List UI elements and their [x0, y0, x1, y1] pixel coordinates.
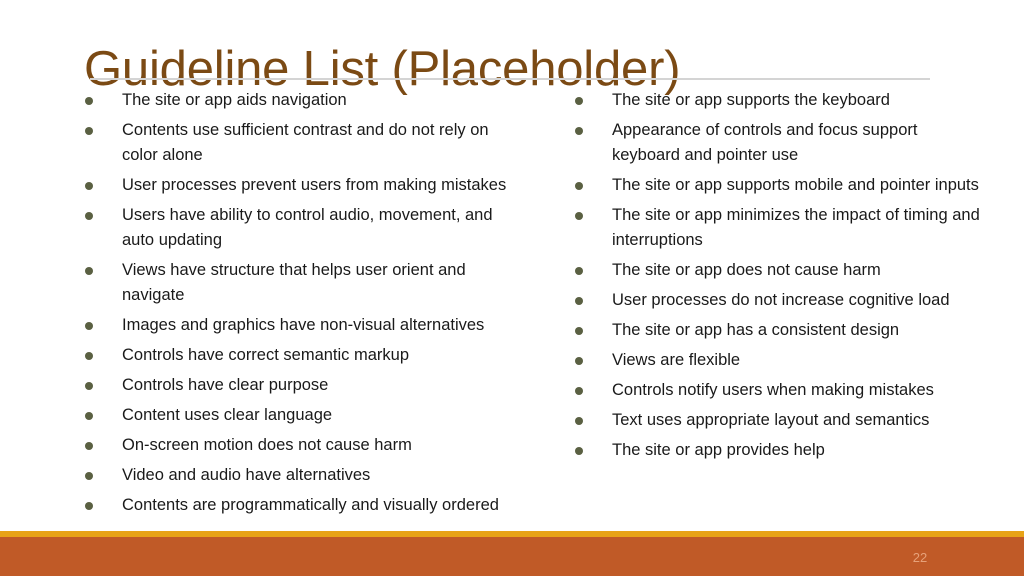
bullet-icon — [85, 182, 93, 190]
bullet-icon — [85, 442, 93, 450]
list-item: Video and audio have alternatives — [78, 463, 518, 488]
bullet-icon — [85, 267, 93, 275]
page-number: 22 — [912, 550, 928, 565]
list-item-label: Views are flexible — [612, 351, 741, 369]
list-item-label: Contents use sufficient contrast and do … — [122, 121, 489, 164]
list-item-label: On-screen motion does not cause harm — [122, 436, 412, 454]
list-item: Appearance of controls and focus support… — [568, 118, 988, 168]
list-item: Controls have clear purpose — [78, 373, 518, 398]
list-item: On-screen motion does not cause harm — [78, 433, 518, 458]
bullet-icon — [85, 472, 93, 480]
bullet-icon — [575, 212, 583, 220]
list-item-label: The site or app has a consistent design — [612, 321, 900, 339]
list-item: The site or app aids navigation — [78, 88, 518, 113]
list-item-label: Images and graphics have non-visual alte… — [122, 316, 485, 334]
list-item-label: The site or app minimizes the impact of … — [612, 206, 980, 249]
left-column: The site or app aids navigation Contents… — [78, 88, 518, 523]
list-item-label: Controls have clear purpose — [122, 376, 329, 394]
list-item: User processes prevent users from making… — [78, 173, 518, 198]
bullet-icon — [575, 297, 583, 305]
bullet-icon — [575, 417, 583, 425]
bullet-icon — [575, 327, 583, 335]
list-item: Content uses clear language — [78, 403, 518, 428]
bullet-icon — [575, 97, 583, 105]
bullet-icon — [85, 382, 93, 390]
left-bullet-list: The site or app aids navigation Contents… — [78, 88, 518, 518]
list-item-label: Users have ability to control audio, mov… — [122, 206, 493, 249]
content-columns: The site or app aids navigation Contents… — [0, 88, 1024, 528]
footer-bar — [0, 537, 1024, 576]
list-item: Views are flexible — [568, 348, 988, 373]
bullet-icon — [575, 182, 583, 190]
list-item-label: The site or app does not cause harm — [612, 261, 881, 279]
list-item: Controls have correct semantic markup — [78, 343, 518, 368]
list-item: Views have structure that helps user ori… — [78, 258, 518, 308]
bullet-icon — [575, 357, 583, 365]
right-bullet-list: The site or app supports the keyboard Ap… — [568, 88, 988, 463]
list-item-label: User processes prevent users from making… — [122, 176, 507, 194]
list-item-label: The site or app provides help — [612, 441, 825, 459]
list-item: The site or app supports mobile and poin… — [568, 173, 988, 198]
list-item-label: Text uses appropriate layout and semanti… — [612, 411, 930, 429]
slide: Guideline List (Placeholder) The site or… — [0, 0, 1024, 576]
list-item: Text uses appropriate layout and semanti… — [568, 408, 988, 433]
list-item: Users have ability to control audio, mov… — [78, 203, 518, 253]
bullet-icon — [575, 127, 583, 135]
list-item: Controls notify users when making mistak… — [568, 378, 988, 403]
title-divider — [90, 78, 930, 80]
list-item-label: Contents are programmatically and visual… — [122, 496, 499, 514]
bullet-icon — [85, 502, 93, 510]
list-item-label: The site or app supports the keyboard — [612, 91, 890, 109]
list-item-label: User processes do not increase cognitive… — [612, 291, 950, 309]
bullet-icon — [85, 352, 93, 360]
list-item: The site or app provides help — [568, 438, 988, 463]
list-item-label: Controls have correct semantic markup — [122, 346, 410, 364]
list-item-label: Controls notify users when making mistak… — [612, 381, 934, 399]
list-item-label: The site or app supports mobile and poin… — [612, 176, 979, 194]
list-item: The site or app does not cause harm — [568, 258, 988, 283]
list-item-label: Views have structure that helps user ori… — [122, 261, 466, 304]
bullet-icon — [85, 322, 93, 330]
list-item-label: Content uses clear language — [122, 406, 333, 424]
bullet-icon — [575, 387, 583, 395]
list-item-label: Video and audio have alternatives — [122, 466, 371, 484]
list-item: Contents are programmatically and visual… — [78, 493, 518, 518]
bullet-icon — [85, 212, 93, 220]
list-item: The site or app supports the keyboard — [568, 88, 988, 113]
list-item: User processes do not increase cognitive… — [568, 288, 988, 313]
list-item: Images and graphics have non-visual alte… — [78, 313, 518, 338]
bullet-icon — [575, 267, 583, 275]
list-item-label: The site or app aids navigation — [122, 91, 347, 109]
bullet-icon — [575, 447, 583, 455]
bullet-icon — [85, 127, 93, 135]
bullet-icon — [85, 412, 93, 420]
bullet-icon — [85, 97, 93, 105]
list-item: The site or app has a consistent design — [568, 318, 988, 343]
list-item: The site or app minimizes the impact of … — [568, 203, 988, 253]
list-item-label: Appearance of controls and focus support… — [612, 121, 918, 164]
right-column: The site or app supports the keyboard Ap… — [568, 88, 988, 468]
list-item: Contents use sufficient contrast and do … — [78, 118, 518, 168]
